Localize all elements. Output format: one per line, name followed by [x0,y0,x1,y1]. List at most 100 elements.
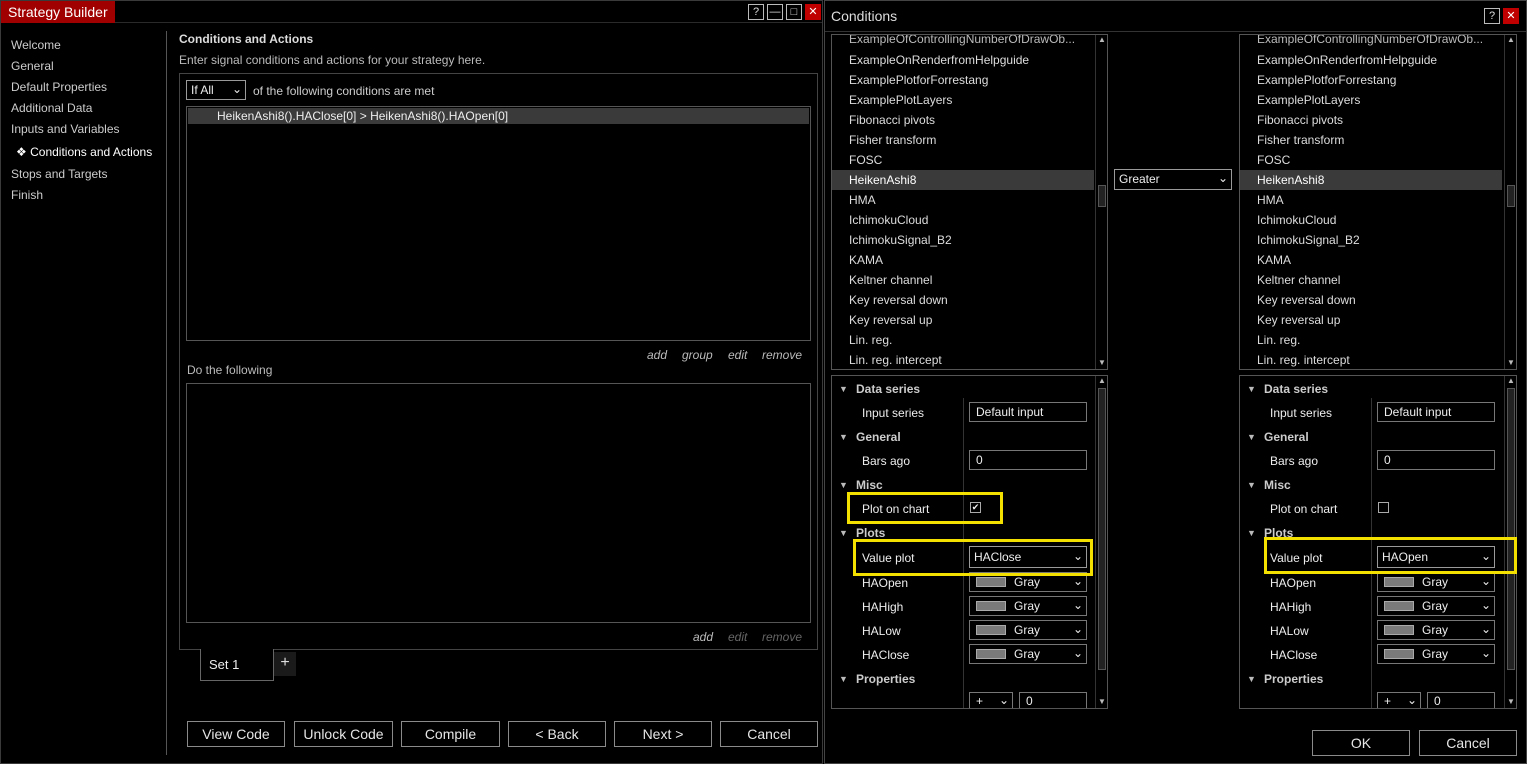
back-button[interactable]: < Back [508,721,606,747]
offset-operator-select[interactable]: + ⌄ [1377,692,1421,708]
title-bar[interactable]: Strategy Builder ? — □ ✕ [1,1,822,23]
bars-ago-field[interactable]: 0 [1377,450,1495,470]
right-indicator-list[interactable]: ExampleOfControllingNumberOfDrawOb... Ex… [1239,34,1517,370]
next-button[interactable]: Next > [614,721,712,747]
ok-button[interactable]: OK [1312,730,1410,756]
left-grid-scrollbar[interactable]: ▲ ▼ [1095,376,1107,708]
edit-condition-link[interactable]: edit [728,348,747,362]
scroll-up-icon[interactable]: ▲ [1096,35,1107,45]
close-button[interactable]: ✕ [1503,8,1519,24]
list-item[interactable]: ExampleOnRenderfromHelpguide [1240,50,1516,70]
list-item[interactable]: Lin. reg. [832,330,1107,350]
minimize-button[interactable]: — [767,4,783,20]
operator-select[interactable]: Greater ⌄ [1114,169,1232,190]
remove-action-link[interactable]: remove [762,630,802,644]
list-item[interactable]: Fibonacci pivots [832,110,1107,130]
nav-additional-data[interactable]: Additional Data [11,101,161,115]
list-item[interactable]: ExampleOnRenderfromHelpguide [832,50,1107,70]
offset-value-field[interactable]: 0 [1019,692,1087,708]
input-series-field[interactable]: Default input [1377,402,1495,422]
list-item[interactable]: Key reversal up [1240,310,1516,330]
maximize-button[interactable]: □ [786,4,802,20]
list-item[interactable]: ExamplePlotforForrestang [832,70,1107,90]
plot-color-select[interactable]: Gray ⌄ [1377,572,1495,592]
group-condition-link[interactable]: group [682,348,713,362]
remove-condition-link[interactable]: remove [762,348,802,362]
collapse-triangle-icon[interactable]: ▼ [1247,480,1256,490]
unlock-code-button[interactable]: Unlock Code [294,721,393,747]
list-item[interactable]: Lin. reg. [1240,330,1516,350]
collapse-triangle-icon[interactable]: ▼ [839,674,848,684]
nav-finish[interactable]: Finish [11,188,161,202]
compile-button[interactable]: Compile [401,721,500,747]
condition-row[interactable]: HeikenAshi8().HAClose[0] > HeikenAshi8()… [188,108,809,124]
plot-color-select[interactable]: Gray ⌄ [969,596,1087,616]
plot-color-select[interactable]: Gray ⌄ [1377,620,1495,640]
collapse-triangle-icon[interactable]: ▼ [1247,674,1256,684]
list-item[interactable]: ExampleOfControllingNumberOfDrawOb... [832,35,1107,49]
nav-general[interactable]: General [11,59,161,73]
cancel-button[interactable]: Cancel [1419,730,1517,756]
list-item[interactable]: FOSC [832,150,1107,170]
nav-conditions-and-actions[interactable]: ❖ Conditions and Actions [16,145,166,159]
list-item[interactable]: Fisher transform [832,130,1107,150]
list-item[interactable]: ExamplePlotLayers [832,90,1107,110]
tab-set-1[interactable]: Set 1 [200,649,274,681]
list-item[interactable]: Keltner channel [832,270,1107,290]
add-set-button[interactable]: + [274,652,296,676]
scroll-thumb[interactable] [1098,185,1106,207]
title-bar[interactable]: Conditions ? ✕ [825,1,1526,31]
collapse-triangle-icon[interactable]: ▼ [1247,528,1256,538]
list-item[interactable]: Lin. reg. intercept [832,350,1107,369]
nav-stops-and-targets[interactable]: Stops and Targets [11,167,161,181]
plot-color-select[interactable]: Gray ⌄ [1377,644,1495,664]
collapse-triangle-icon[interactable]: ▼ [1247,384,1256,394]
list-item[interactable]: Key reversal down [832,290,1107,310]
scroll-up-icon[interactable]: ▲ [1505,376,1516,386]
actions-list[interactable] [186,383,811,623]
list-item[interactable]: Key reversal up [832,310,1107,330]
list-item-selected[interactable]: HeikenAshi8 [1240,170,1502,190]
plot-color-select[interactable]: Gray ⌄ [969,620,1087,640]
list-item[interactable]: KAMA [1240,250,1516,270]
list-item[interactable]: ExamplePlotLayers [1240,90,1516,110]
scroll-thumb[interactable] [1098,388,1106,670]
collapse-triangle-icon[interactable]: ▼ [839,432,848,442]
bars-ago-field[interactable]: 0 [969,450,1087,470]
plot-color-select[interactable]: Gray ⌄ [969,644,1087,664]
collapse-triangle-icon[interactable]: ▼ [839,528,848,538]
scroll-down-icon[interactable]: ▼ [1096,697,1107,707]
scroll-up-icon[interactable]: ▲ [1096,376,1107,386]
offset-value-field[interactable]: 0 [1427,692,1495,708]
add-action-link[interactable]: add [693,630,713,644]
close-button[interactable]: ✕ [805,4,821,20]
right-list-scrollbar[interactable]: ▲ ▼ [1504,35,1516,369]
cancel-button[interactable]: Cancel [720,721,818,747]
plot-on-chart-checkbox[interactable] [1378,502,1389,513]
list-item[interactable]: ExamplePlotforForrestang [1240,70,1516,90]
offset-operator-select[interactable]: + ⌄ [969,692,1013,708]
plot-color-select[interactable]: Gray ⌄ [1377,596,1495,616]
list-item[interactable]: IchimokuSignal_B2 [1240,230,1516,250]
scroll-down-icon[interactable]: ▼ [1096,358,1107,368]
list-item[interactable]: HMA [832,190,1107,210]
conditions-list[interactable]: HeikenAshi8().HAClose[0] > HeikenAshi8()… [186,106,811,341]
left-indicator-list[interactable]: ExampleOfControllingNumberOfDrawOb... Ex… [831,34,1108,370]
nav-default-properties[interactable]: Default Properties [11,80,161,94]
list-item[interactable]: IchimokuCloud [832,210,1107,230]
list-item[interactable]: KAMA [832,250,1107,270]
scroll-down-icon[interactable]: ▼ [1505,697,1516,707]
input-series-field[interactable]: Default input [969,402,1087,422]
scroll-down-icon[interactable]: ▼ [1505,358,1516,368]
help-button[interactable]: ? [748,4,764,20]
collapse-triangle-icon[interactable]: ▼ [1247,432,1256,442]
scroll-up-icon[interactable]: ▲ [1505,35,1516,45]
list-item[interactable]: Keltner channel [1240,270,1516,290]
scroll-thumb[interactable] [1507,388,1515,670]
collapse-triangle-icon[interactable]: ▼ [839,384,848,394]
edit-action-link[interactable]: edit [728,630,747,644]
nav-inputs-and-variables[interactable]: Inputs and Variables [11,122,161,136]
list-item[interactable]: Key reversal down [1240,290,1516,310]
left-list-scrollbar[interactable]: ▲ ▼ [1095,35,1107,369]
list-item[interactable]: ExampleOfControllingNumberOfDrawOb... [1240,35,1516,49]
